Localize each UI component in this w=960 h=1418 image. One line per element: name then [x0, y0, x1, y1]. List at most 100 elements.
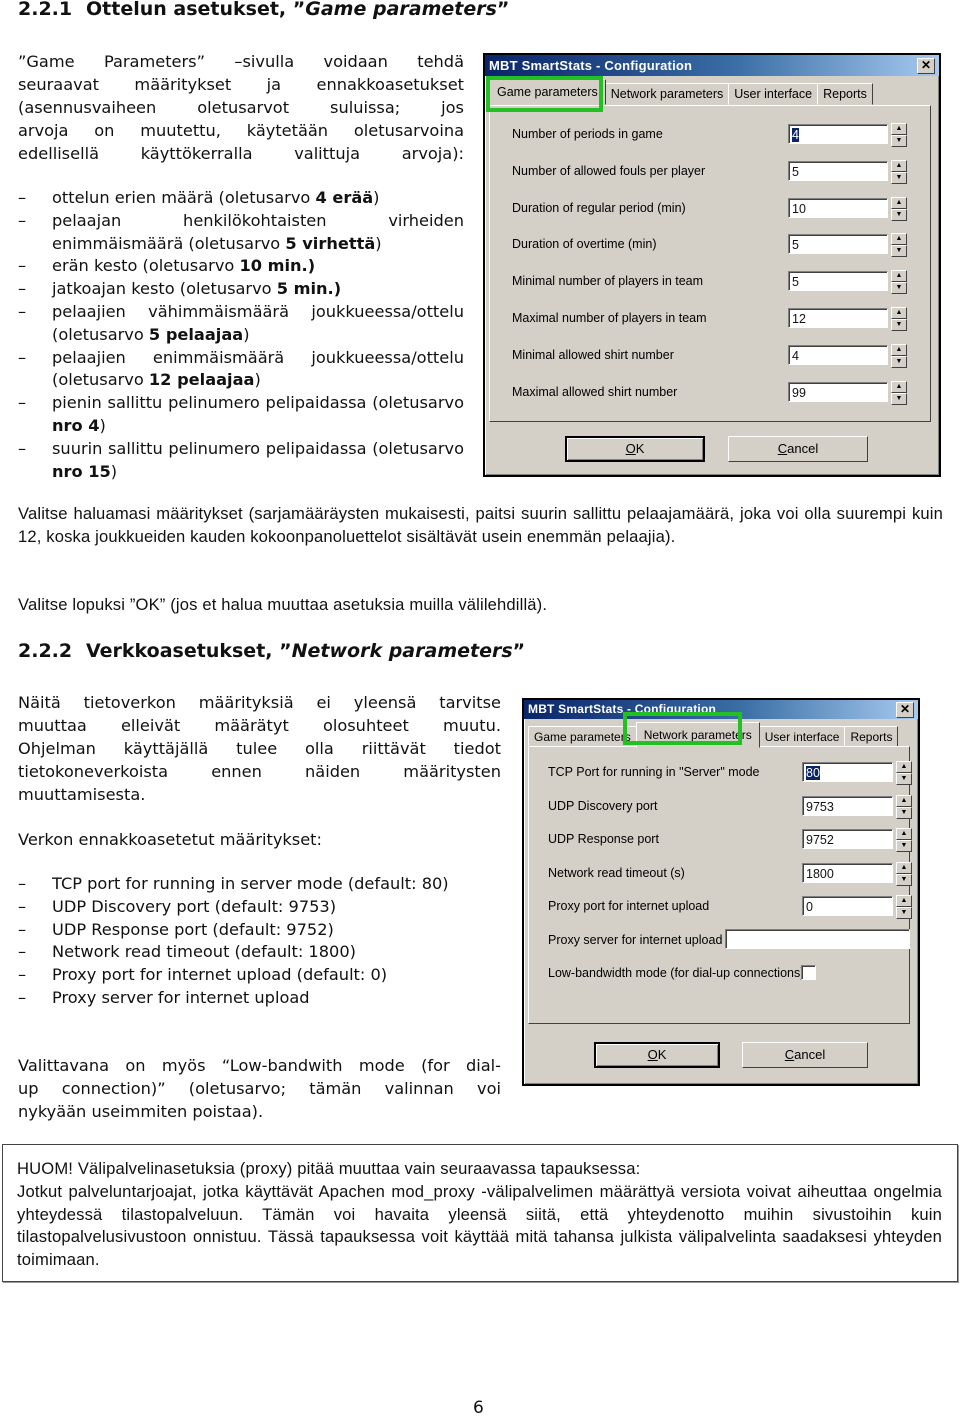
field-label: Maximal allowed shirt number	[512, 384, 678, 399]
config-dialog-network: MBT SmartStats - Configuration ✕ Game pa…	[522, 698, 920, 1086]
spin-value: 5	[792, 275, 799, 290]
cancel-button[interactable]: Cancel	[742, 1042, 868, 1068]
intro-line: Näitä tietoverkon määrityksiä ei yleensä…	[18, 693, 501, 712]
spin-value: 12	[792, 312, 806, 326]
section-heading-network-parameters: 2.2.2 Verkkoasetukset, ”Network parameter…	[18, 640, 525, 662]
ok-button[interactable]: OK	[594, 1042, 720, 1068]
lowbandwidth-paragraph: Valittavana on myös “Low-bandwith mode (…	[18, 1054, 501, 1123]
spin-down-icon[interactable]: ▼	[891, 319, 907, 331]
spin-buttons: ▲ ▼	[891, 343, 907, 368]
spin-input[interactable]: 5	[788, 234, 888, 255]
network-parameters-panel: TCP Port for running in "Server" mode 80 ▲…	[528, 746, 912, 1024]
spin-up-icon[interactable]: ▲	[896, 895, 912, 907]
spin-input[interactable]: 4	[788, 344, 888, 365]
list-item: pienin sallittu pelinumero pelipaidassa …	[18, 392, 464, 438]
spin-buttons: ▲ ▼	[891, 196, 907, 221]
ok-button[interactable]: OK	[565, 436, 705, 462]
spin-down-icon[interactable]: ▼	[891, 392, 907, 405]
spin-up-icon[interactable]: ▲	[891, 307, 907, 319]
tab-network-parameters[interactable]: Network parameters	[635, 722, 760, 748]
field-label: Minimal allowed shirt number	[512, 347, 674, 362]
list-item: jatkoajan kesto (oletusarvo 5 min.)	[18, 278, 464, 301]
spin-down-icon[interactable]: ▼	[891, 208, 907, 221]
spin-input[interactable]: 10	[788, 197, 888, 218]
spin-down-icon[interactable]: ▼	[896, 873, 912, 886]
spin-input[interactable]: 80	[802, 762, 893, 782]
tab-reports[interactable]: Reports	[844, 726, 899, 748]
spin-input[interactable]: 5	[788, 271, 888, 292]
spin-down-icon[interactable]: ▼	[891, 282, 907, 295]
spin-input[interactable]: 9752	[802, 829, 893, 849]
tab-user-interface[interactable]: User interface	[728, 83, 819, 105]
spin-buttons: ▲ ▼	[896, 861, 912, 886]
paragraph-line: up connection)” (oletusarvo; tämän valin…	[18, 1079, 501, 1098]
list-item: pelaajien vähimmäismäärä joukkueessa/ott…	[18, 301, 464, 347]
section-title: Verkkoasetukset, ”	[86, 640, 292, 662]
spin-up-icon[interactable]: ▲	[891, 159, 907, 172]
tab-reports[interactable]: Reports	[817, 83, 873, 105]
spin-input[interactable]: 4	[788, 124, 888, 144]
spin-down-icon[interactable]: ▼	[896, 907, 912, 919]
tab-game-parameters[interactable]: Game parameters	[528, 726, 637, 748]
section-title-italic: Game parameters	[305, 0, 497, 20]
tab-network-parameters[interactable]: Network parameters	[604, 83, 730, 105]
note-heading: HUOM! Välipalvelinasetuksia (proxy) pitä…	[17, 1159, 641, 1178]
field-label: UDP Discovery port	[548, 798, 658, 813]
lowbw-checkbox[interactable]	[801, 965, 816, 980]
select-ok-paragraph: Valitse lopuksi ”OK” (jos et halua muutt…	[18, 595, 548, 614]
spin-up-icon[interactable]: ▲	[896, 828, 912, 840]
spin-input[interactable]: 0	[802, 896, 893, 916]
network-defaults-heading: Verkon ennakkoasetetut määritykset:	[18, 830, 322, 849]
spin-value: 5	[792, 164, 799, 179]
spin-input[interactable]: 9753	[802, 795, 893, 816]
intro-line: ”Game Parameters” –sivulla voidaan tehdä	[18, 52, 464, 71]
proxy-note-box: HUOM! Välipalvelinasetuksia (proxy) pitä…	[2, 1144, 958, 1282]
spin-down-icon[interactable]: ▼	[891, 135, 907, 147]
spin-input[interactable]: 1800	[802, 862, 893, 883]
spin-up-icon[interactable]: ▲	[891, 343, 907, 356]
spin-up-icon[interactable]: ▲	[896, 761, 912, 773]
close-icon[interactable]: ✕	[896, 702, 914, 718]
list-item: pelaajan henkilökohtaisten virheiden eni…	[18, 210, 464, 256]
spin-up-icon[interactable]: ▲	[896, 794, 912, 807]
config-dialog-game: MBT SmartStats - Configuration ✕ Game pa…	[483, 53, 941, 477]
spin-value: 9752	[806, 833, 834, 847]
cancel-button[interactable]: Cancel	[728, 436, 868, 462]
game-defaults-list: ottelun erien määrä (oletusarvo 4 erää) …	[18, 187, 464, 483]
spin-down-icon[interactable]: ▼	[891, 171, 907, 184]
page-number: 6	[473, 1398, 484, 1418]
tab-game-parameters[interactable]: Game parameters	[489, 79, 606, 105]
list-item: Proxy port for internet upload (default:…	[18, 964, 501, 987]
spin-value: 80	[806, 766, 820, 780]
spin-up-icon[interactable]: ▲	[891, 380, 907, 393]
intro-line: muuttamisesta.	[18, 785, 146, 804]
spin-up-icon[interactable]: ▲	[891, 196, 907, 209]
proxy-server-input[interactable]	[725, 929, 910, 949]
spin-input[interactable]: 12	[788, 308, 888, 328]
spin-down-icon[interactable]: ▼	[891, 245, 907, 258]
spin-buttons: ▲ ▼	[891, 123, 907, 147]
section-number: 2.2.2	[18, 640, 73, 662]
spin-up-icon[interactable]: ▲	[891, 123, 907, 135]
spin-up-icon[interactable]: ▲	[891, 233, 907, 246]
list-item: pelaajien enimmäismäärä joukkueessa/otte…	[18, 347, 464, 393]
spin-up-icon[interactable]: ▲	[891, 270, 907, 283]
proxy-server-label: Proxy server for internet upload	[548, 933, 723, 947]
field-label: Maximal number of players in team	[512, 311, 707, 325]
intro-line: edellisellä käyttökerralla valittuja arv…	[18, 144, 464, 163]
spin-value: 10	[792, 201, 806, 216]
spin-down-icon[interactable]: ▼	[891, 355, 907, 368]
spin-input[interactable]: 5	[788, 160, 888, 181]
spin-down-icon[interactable]: ▼	[896, 840, 912, 852]
close-icon[interactable]: ✕	[917, 58, 935, 74]
list-item: ottelun erien määrä (oletusarvo 4 erää)	[18, 187, 464, 210]
list-item: suurin sallittu pelinumero pelipaidassa …	[18, 438, 464, 484]
dialog-title-bar: MBT SmartStats - Configuration	[524, 700, 918, 719]
spin-up-icon[interactable]: ▲	[896, 861, 912, 874]
tab-user-interface[interactable]: User interface	[758, 726, 846, 748]
paragraph-line: nykyään useimmiten poistaa).	[18, 1102, 264, 1121]
intro-line: arvoja on muutettu, käytetään oletusarvo…	[18, 121, 464, 140]
spin-input[interactable]: 99	[788, 381, 888, 402]
spin-down-icon[interactable]: ▼	[896, 806, 912, 819]
spin-down-icon[interactable]: ▼	[896, 773, 912, 785]
